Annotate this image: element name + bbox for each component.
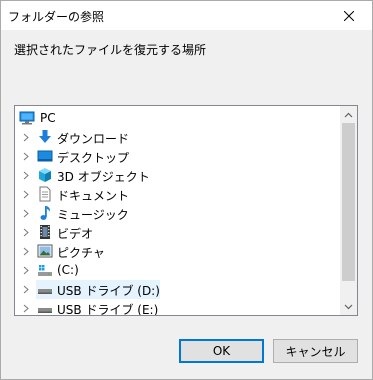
tree-item-usb-d[interactable]: USB ドライブ (D:): [15, 280, 341, 299]
tree-item-label: ピクチャ: [57, 246, 105, 260]
windows-drive-icon: [38, 265, 52, 276]
chevron-down-icon: [344, 304, 353, 309]
chevron-right-icon[interactable]: [22, 285, 30, 294]
close-icon: [344, 10, 354, 21]
cancel-button[interactable]: キャンセル: [273, 339, 358, 363]
tree-item-c-drive[interactable]: (C:): [15, 261, 341, 280]
documents-folder-icon: [39, 186, 51, 202]
chevron-right-icon[interactable]: [22, 266, 30, 275]
pc-icon: [19, 111, 35, 125]
tree-item-videos[interactable]: ビデオ: [15, 223, 341, 242]
usb-drive-icon: [38, 308, 52, 313]
tree-item-documents[interactable]: ドキュメント: [15, 185, 341, 204]
title-bar[interactable]: フォルダーの参照: [1, 1, 372, 30]
vertical-scrollbar[interactable]: [340, 106, 357, 315]
download-folder-icon: [39, 130, 51, 143]
pictures-folder-icon: [37, 244, 53, 258]
tree-item-label: PC: [40, 111, 56, 125]
tree-item-label: ミュージック: [57, 208, 129, 222]
tree-item-label: (C:): [57, 263, 79, 277]
scroll-up-button[interactable]: [340, 106, 357, 123]
tree-item-pc[interactable]: PC: [15, 109, 341, 128]
chevron-up-icon: [344, 112, 353, 117]
chevron-right-icon[interactable]: [22, 152, 30, 161]
chevron-right-icon[interactable]: [22, 133, 30, 142]
scrollbar-thumb[interactable]: [342, 123, 355, 281]
tree-item-label: USB ドライブ (E:): [57, 303, 159, 316]
ok-button[interactable]: OK: [179, 339, 264, 363]
tree-item-downloads[interactable]: ダウンロード: [15, 128, 341, 147]
music-folder-icon: [40, 206, 50, 220]
chevron-right-icon[interactable]: [22, 190, 30, 199]
tree-item-pictures[interactable]: ピクチャ: [15, 242, 341, 261]
browse-folder-dialog: フォルダーの参照 選択されたファイルを復元する場所 PC ダウンロード デスクト…: [0, 0, 373, 380]
usb-drive-icon: [38, 289, 52, 294]
videos-folder-icon: [40, 225, 50, 239]
tree-item-desktop[interactable]: デスクトップ: [15, 147, 341, 166]
tree-item-label: ビデオ: [57, 227, 94, 241]
chevron-right-icon[interactable]: [22, 228, 30, 237]
close-button[interactable]: [326, 1, 372, 30]
tree-item-music[interactable]: ミュージック: [15, 204, 341, 223]
desktop-folder-icon: [37, 150, 53, 162]
folder-tree[interactable]: PC ダウンロード デスクトップ 3D オブジェクト ドキュメント ミュージック…: [14, 105, 358, 316]
chevron-right-icon[interactable]: [22, 247, 30, 256]
tree-item-label: 3D オブジェクト: [57, 170, 150, 184]
chevron-right-icon[interactable]: [22, 209, 30, 218]
chevron-right-icon[interactable]: [22, 304, 30, 313]
tree-item-3d-objects[interactable]: 3D オブジェクト: [15, 166, 341, 185]
tree-item-usb-e[interactable]: USB ドライブ (E:): [15, 299, 341, 316]
instruction-text: 選択されたファイルを復元する場所: [14, 43, 207, 57]
tree-item-label: デスクトップ: [57, 151, 130, 165]
3d-objects-folder-icon: [39, 168, 51, 182]
chevron-right-icon[interactable]: [22, 171, 30, 180]
window-title: フォルダーの参照: [8, 10, 105, 24]
tree-item-label: USB ドライブ (D:): [57, 284, 160, 298]
scroll-down-button[interactable]: [340, 298, 357, 315]
tree-item-label: ドキュメント: [57, 189, 130, 203]
tree-item-label: ダウンロード: [57, 132, 130, 146]
